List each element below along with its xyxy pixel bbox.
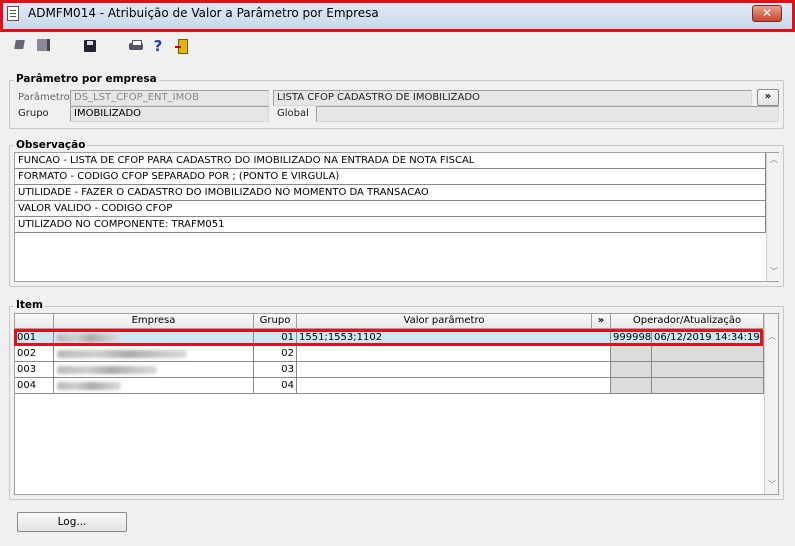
header-valor[interactable]: Valor parâmetro <box>297 314 592 329</box>
global-label: Global <box>277 108 309 119</box>
log-button[interactable]: Log... <box>17 512 127 532</box>
grupo-label: Grupo <box>18 108 49 119</box>
row-atualizacao[interactable] <box>652 362 764 378</box>
item-grid-scrollbar[interactable]: ︿ ﹀ <box>764 314 778 494</box>
observacao-line: FUNCAO - LISTA DE CFOP PARA CADASTRO DO … <box>15 153 766 169</box>
row-grupo[interactable]: 02 <box>254 346 297 362</box>
multi-select-icon[interactable] <box>34 38 50 54</box>
save-icon[interactable] <box>82 38 98 54</box>
observacao-line: VALOR VALIDO - CODIGO CFOP <box>15 201 766 217</box>
grupo-field[interactable]: IMOBILIZADO <box>70 106 269 122</box>
select-icon[interactable] <box>13 38 29 54</box>
scroll-up-icon[interactable]: ︿ <box>767 331 777 342</box>
row-code[interactable]: 002 <box>15 346 54 362</box>
header-expand-button[interactable]: » <box>592 314 611 329</box>
print-icon[interactable] <box>128 38 144 54</box>
row-atualizacao[interactable] <box>652 378 764 394</box>
scroll-up-icon[interactable]: ︿ <box>769 154 779 165</box>
row-empresa[interactable] <box>54 362 254 378</box>
row-valor[interactable] <box>297 378 611 394</box>
row-valor[interactable] <box>297 346 611 362</box>
row-empresa[interactable] <box>54 378 254 394</box>
selected-row-highlight <box>14 329 763 346</box>
scroll-down-icon[interactable]: ﹀ <box>767 479 777 490</box>
parametro-lookup-button[interactable]: » <box>757 89 779 106</box>
parametro-description-field[interactable]: LISTA CFOP CADASTRO DE IMOBILIZADO <box>273 90 752 106</box>
header-code <box>15 314 54 329</box>
row-empresa[interactable] <box>54 346 254 362</box>
header-operador[interactable]: Operador/Atualização <box>611 314 764 329</box>
row-operador[interactable] <box>611 378 652 394</box>
observacao-line: FORMATO - CODIGO CFOP SEPARADO POR ; (PO… <box>15 169 766 185</box>
parametro-group-legend: Parâmetro por empresa <box>14 73 159 85</box>
exit-door-icon[interactable] <box>174 38 190 54</box>
row-valor[interactable] <box>297 362 611 378</box>
parametro-label: Parâmetro <box>18 92 70 103</box>
help-icon[interactable]: ? <box>150 38 166 54</box>
scroll-down-icon[interactable]: ﹀ <box>769 266 779 277</box>
item-legend: Item <box>14 299 45 311</box>
header-empresa[interactable]: Empresa <box>54 314 254 329</box>
row-code[interactable]: 004 <box>15 378 54 394</box>
row-operador[interactable] <box>611 346 652 362</box>
global-field[interactable] <box>316 106 779 122</box>
row-grupo[interactable]: 04 <box>254 378 297 394</box>
observacao-legend: Observação <box>14 139 88 151</box>
document-icon <box>7 6 19 21</box>
header-grupo[interactable]: Grupo <box>254 314 297 329</box>
row-operador[interactable] <box>611 362 652 378</box>
row-atualizacao[interactable] <box>652 346 764 362</box>
observacao-line: UTILIZADO NO COMPONENTE: TRAFM051 <box>15 217 766 233</box>
row-grupo[interactable]: 03 <box>254 362 297 378</box>
close-button[interactable]: ✕ <box>752 5 782 22</box>
observacao-scrollbar[interactable]: ︿ ﹀ <box>766 153 779 281</box>
window-title: ADMFM014 - Atribuição de Valor a Parâmet… <box>28 6 379 20</box>
observacao-line: UTILIDADE - FAZER O CADASTRO DO IMOBILIZ… <box>15 185 766 201</box>
row-code[interactable]: 003 <box>15 362 54 378</box>
parametro-code-field[interactable]: DS_LST_CFOP_ENT_IMOB <box>70 90 269 106</box>
observacao-list[interactable]: FUNCAO - LISTA DE CFOP PARA CADASTRO DO … <box>14 152 779 282</box>
